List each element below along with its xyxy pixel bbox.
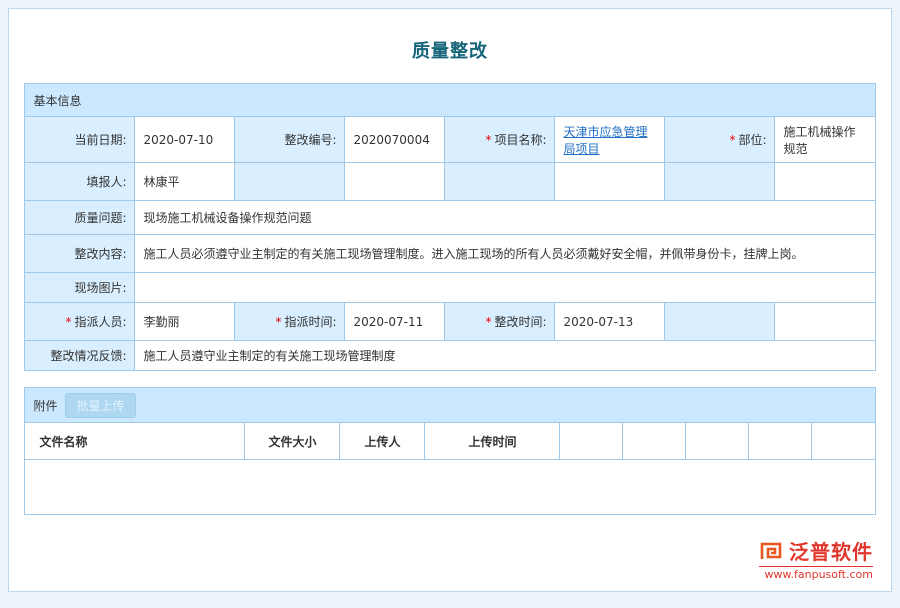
empty-value-cell [775,303,875,341]
row-rect-content: 整改内容: 施工人员必须遵守业主制定的有关施工现场管理制度。进入施工现场的所有人… [25,235,875,273]
reporter-value-text: 林康平 [143,175,179,189]
rect-number-value: 2020070004 [345,117,445,163]
empty-value-cell [555,163,665,201]
quality-issue-label: 质量问题: [25,201,135,235]
rect-time-label-text: 整改时间: [494,315,546,329]
rect-time-label: *整改时间: [445,303,555,341]
reporter-label-text: 填报人: [86,175,126,189]
empty-value-cell [345,163,445,201]
attachments-header-row: 文件名称 文件大小 上传人 上传时间 [25,423,875,460]
part-value-text: 施工机械操作规范 [783,125,855,156]
rect-time-value-text: 2020-07-13 [563,315,633,329]
site-photo-label: 现场图片: [25,273,135,303]
attachments-bar-inner: 附件 批量上传 [33,393,866,418]
rect-number-label-text: 整改编号: [284,133,336,147]
part-value: 施工机械操作规范 [775,117,875,163]
assignee-value-text: 李勤丽 [143,315,179,329]
assignee-label: *指派人员: [25,303,135,341]
quality-issue-value-text: 现场施工机械设备操作规范问题 [143,211,311,225]
empty-label-cell [665,163,775,201]
row-feedback: 整改情况反馈: 施工人员遵守业主制定的有关施工现场管理制度 [25,341,875,371]
empty-label-cell [445,163,555,201]
empty-value-cell [775,163,875,201]
part-label: *部位: [665,117,775,163]
row-reporter: 填报人: 林康平 [25,163,875,201]
quality-issue-value: 现场施工机械设备操作规范问题 [135,201,875,235]
section-header-row: 基本信息 [25,84,875,117]
feedback-value: 施工人员遵守业主制定的有关施工现场管理制度 [135,341,875,371]
feedback-label-text: 整改情况反馈: [50,349,126,363]
column-empty [686,423,749,460]
column-file-size: 文件大小 [245,423,340,460]
row-assignment: *指派人员: 李勤丽 *指派时间: 2020-07-11 *整改时间: 2020… [25,303,875,341]
attachments-table: 附件 批量上传 文件名称 文件大小 上传人 上传时间 [24,387,875,515]
required-marker: * [275,315,281,329]
fanpu-logo-icon [759,539,785,563]
batch-upload-button[interactable]: 批量上传 [65,393,135,418]
quality-issue-label-text: 质量问题: [74,211,126,225]
column-upload-time: 上传时间 [425,423,560,460]
main-panel: 质量整改 基本信息 当前日期: 2020-07-10 整改编号: 2020070… [8,8,892,592]
required-marker: * [485,315,491,329]
rect-number-label: 整改编号: [235,117,345,163]
reporter-value: 林康平 [135,163,235,201]
row-quality-issue: 质量问题: 现场施工机械设备操作规范问题 [25,201,875,235]
column-empty [623,423,686,460]
empty-label-cell [665,303,775,341]
attachments-bar: 附件 批量上传 [25,388,875,423]
site-photo-value [135,273,875,303]
required-marker: * [65,315,71,329]
assignee-label-text: 指派人员: [74,315,126,329]
assignee-value: 李勤丽 [135,303,235,341]
column-empty [812,423,875,460]
column-empty [560,423,623,460]
reporter-label: 填报人: [25,163,135,201]
column-uploader: 上传人 [340,423,425,460]
empty-label-cell [235,163,345,201]
required-marker: * [485,133,491,147]
assign-time-value-text: 2020-07-11 [353,315,423,329]
rect-content-value: 施工人员必须遵守业主制定的有关施工现场管理制度。进入施工现场的所有人员必须戴好安… [135,235,875,273]
brand-name: 泛普软件 [789,536,873,565]
feedback-label: 整改情况反馈: [25,341,135,371]
row-site-photo: 现场图片: [25,273,875,303]
part-label-text: 部位: [738,133,766,147]
attachments-bar-row: 附件 批量上传 [25,388,875,423]
rect-content-label: 整改内容: [25,235,135,273]
brand-url-link[interactable]: www.fanpusoft.com [759,566,873,581]
attachments-section-title: 附件 [33,397,57,414]
required-marker: * [729,133,735,147]
rect-number-value-text: 2020070004 [353,133,429,147]
assign-time-value: 2020-07-11 [345,303,445,341]
basic-info-section-title: 基本信息 [25,84,875,117]
assign-time-label-text: 指派时间: [284,315,336,329]
current-date-label-text: 当前日期: [74,133,126,147]
rect-time-value: 2020-07-13 [555,303,665,341]
rect-content-label-text: 整改内容: [74,247,126,261]
attachments-empty-row [25,460,875,515]
basic-info-table: 基本信息 当前日期: 2020-07-10 整改编号: 2020070004 *… [24,83,875,371]
project-name-link[interactable]: 天津市应急管理局项目 [563,125,647,156]
feedback-value-text: 施工人员遵守业主制定的有关施工现场管理制度 [143,349,395,363]
page-title: 质量整改 [9,9,891,63]
column-file-name: 文件名称 [25,423,245,460]
project-name-cell: 天津市应急管理局项目 [555,117,665,163]
project-name-label-text: 项目名称: [494,133,546,147]
current-date-value: 2020-07-10 [135,117,235,163]
row-date-number-project-part: 当前日期: 2020-07-10 整改编号: 2020070004 *项目名称:… [25,117,875,163]
site-photo-label-text: 现场图片: [74,281,126,295]
current-date-value-text: 2020-07-10 [143,133,213,147]
vendor-logo: 泛普软件 www.fanpusoft.com [759,536,873,581]
attachments-empty-area [25,460,875,515]
assign-time-label: *指派时间: [235,303,345,341]
project-name-label: *项目名称: [445,117,555,163]
column-empty [749,423,812,460]
rect-content-value-text: 施工人员必须遵守业主制定的有关施工现场管理制度。进入施工现场的所有人员必须戴好安… [143,247,803,261]
brand-line: 泛普软件 [759,536,873,565]
current-date-label: 当前日期: [25,117,135,163]
